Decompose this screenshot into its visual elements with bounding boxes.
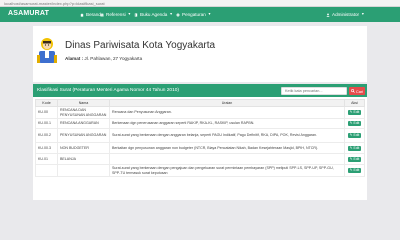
institution-logo — [37, 38, 57, 63]
cell-kode: KU.00.1 — [35, 118, 58, 129]
edit-label: Edit — [353, 121, 360, 126]
table-row: KU.00.2 PENYUSUNAN ANGGARAN Surat-surat … — [35, 128, 365, 143]
classification-panel: Klasifikasi Surat (Peraturan Menteri Aga… — [33, 84, 367, 200]
nav-item-pengaturan[interactable]: Pengaturan ▼ — [176, 11, 211, 18]
book-icon — [134, 12, 138, 17]
brand-logo[interactable]: ASAMURAT — [8, 10, 49, 17]
edit-label: Edit — [353, 156, 360, 161]
top-navbar: ASAMURAT Beranda Referensi ▼ Buku Agenda… — [0, 7, 400, 22]
cell-aksi: ✎ Edit — [344, 142, 365, 154]
cell-nama: PENYUSUNAN ANGGARAN — [57, 128, 110, 143]
search-input[interactable] — [281, 87, 347, 95]
cell-nama: BELANJA — [57, 153, 110, 165]
cell-uraian: Berkenaan dgn penerusanan anggaran seper… — [109, 118, 345, 129]
edit-button[interactable]: ✎ Edit — [348, 168, 361, 173]
list-icon — [100, 13, 104, 16]
nav-user-menu[interactable]: Administrator ▼ — [326, 11, 365, 18]
cell-aksi: ✎ Edit — [344, 118, 365, 129]
chevron-down-icon: ▼ — [361, 12, 365, 16]
cell-nama: RENCANA ANGGARAN — [57, 118, 110, 129]
column-header-kode[interactable]: Kode — [35, 99, 58, 107]
chevron-down-icon: ▼ — [127, 12, 132, 16]
edit-label: Edit — [353, 110, 360, 115]
cell-uraian — [109, 153, 345, 165]
table-row: Surat-surat yang berkenaan dengan pengaj… — [35, 164, 365, 177]
cell-uraian: Berkaitan dgn penyusunan anggaran non bu… — [109, 142, 345, 154]
cell-aksi: ✎ Edit — [344, 153, 365, 165]
panel-title: Klasifikasi Surat (Peraturan Menteri Aga… — [37, 87, 180, 93]
cell-uraian: Surat-surat yang berkenaan dengan anggar… — [109, 128, 345, 143]
gear-icon — [176, 13, 180, 16]
column-header-aksi: Aksi — [344, 99, 365, 107]
cell-nama: NON BUDGETER — [57, 142, 110, 154]
table-row: KU.00.1 RENCANA ANGGARAN Berkenaan dgn p… — [35, 118, 365, 129]
cell-uraian: Surat-surat yang berkenaan dengan pengaj… — [109, 164, 345, 177]
nav-item-label: Pengaturan — [182, 12, 206, 17]
edit-icon: ✎ — [349, 168, 353, 173]
cell-kode: KU.01 — [35, 153, 58, 165]
address-value: Jl. Pahlawan, 27 Yogyakarta — [84, 56, 143, 61]
search-icon — [350, 89, 355, 93]
edit-button[interactable]: ✎ Edit — [348, 110, 361, 115]
nav-item-referensi[interactable]: Referensi ▼ — [100, 11, 131, 18]
nav-item-label: Buku Agenda — [140, 12, 168, 17]
cell-kode: KU.00.3 — [35, 142, 58, 154]
home-icon — [80, 12, 84, 17]
edit-button[interactable]: ✎ Edit — [348, 133, 361, 138]
cell-kode: KU.00.2 — [35, 128, 58, 143]
chevron-down-icon: ▼ — [207, 12, 212, 16]
user-icon — [326, 12, 330, 17]
table-header-row: Kode Nama Uraian Aksi — [35, 99, 365, 107]
cell-nama: RENCANA DAN PENYUSUNAN ANGGARAN — [57, 106, 110, 119]
classification-table: Kode Nama Uraian Aksi KU.00 RENCANA DAN … — [35, 99, 365, 177]
nav-item-label: Referensi — [106, 12, 126, 17]
edit-button[interactable]: ✎ Edit — [348, 121, 361, 126]
edit-icon: ✎ — [349, 110, 353, 115]
search-button[interactable]: Cari — [349, 87, 365, 95]
edit-button[interactable]: ✎ Edit — [348, 145, 361, 151]
institution-name: Dinas Pariwisata Kota Yogyakarta — [65, 40, 216, 51]
cell-aksi: ✎ Edit — [344, 164, 365, 177]
table-row: KU.00.3 NON BUDGETER Berkaitan dgn penyu… — [35, 142, 365, 154]
institution-header: Dinas Pariwisata Kota Yogyakarta Alamat … — [33, 26, 367, 82]
edit-label: Edit — [353, 133, 360, 138]
cell-aksi: ✎ Edit — [344, 106, 365, 119]
table-row: KU.00 RENCANA DAN PENYUSUNAN ANGGARAN Re… — [35, 106, 365, 119]
browser-url[interactable]: localhost/asamurat-master/index.php?p=kl… — [4, 1, 105, 6]
edit-icon: ✎ — [349, 156, 353, 161]
edit-icon: ✎ — [349, 145, 353, 150]
table-row: KU.01 BELANJA ✎ Edit — [35, 153, 365, 165]
edit-label: Edit — [353, 145, 360, 150]
edit-icon: ✎ — [349, 121, 353, 126]
cell-aksi: ✎ Edit — [344, 128, 365, 143]
edit-label: Edit — [353, 168, 360, 173]
column-header-nama[interactable]: Nama — [57, 99, 110, 107]
column-header-uraian[interactable]: Uraian — [109, 99, 345, 107]
institution-address: Alamat : Jl. Pahlawan, 27 Yogyakarta — [65, 56, 142, 61]
cell-kode: KU.00 — [35, 106, 58, 119]
cell-uraian: Rencana dan Penyusunan Anggaran. — [109, 106, 345, 119]
chevron-down-icon: ▼ — [169, 12, 173, 16]
user-name: Administrator — [332, 12, 360, 17]
address-label: Alamat : — [65, 56, 84, 61]
cell-kode — [35, 164, 58, 177]
edit-button[interactable]: ✎ Edit — [348, 156, 361, 162]
nav-item-buku-agenda[interactable]: Buku Agenda ▼ — [134, 11, 173, 18]
cell-nama — [57, 164, 110, 177]
edit-icon: ✎ — [349, 133, 353, 138]
panel-header: Klasifikasi Surat (Peraturan Menteri Aga… — [33, 84, 367, 97]
search-button-label: Cari — [355, 88, 364, 94]
browser-address-bar[interactable]: localhost/asamurat-master/index.php?p=kl… — [0, 0, 400, 7]
